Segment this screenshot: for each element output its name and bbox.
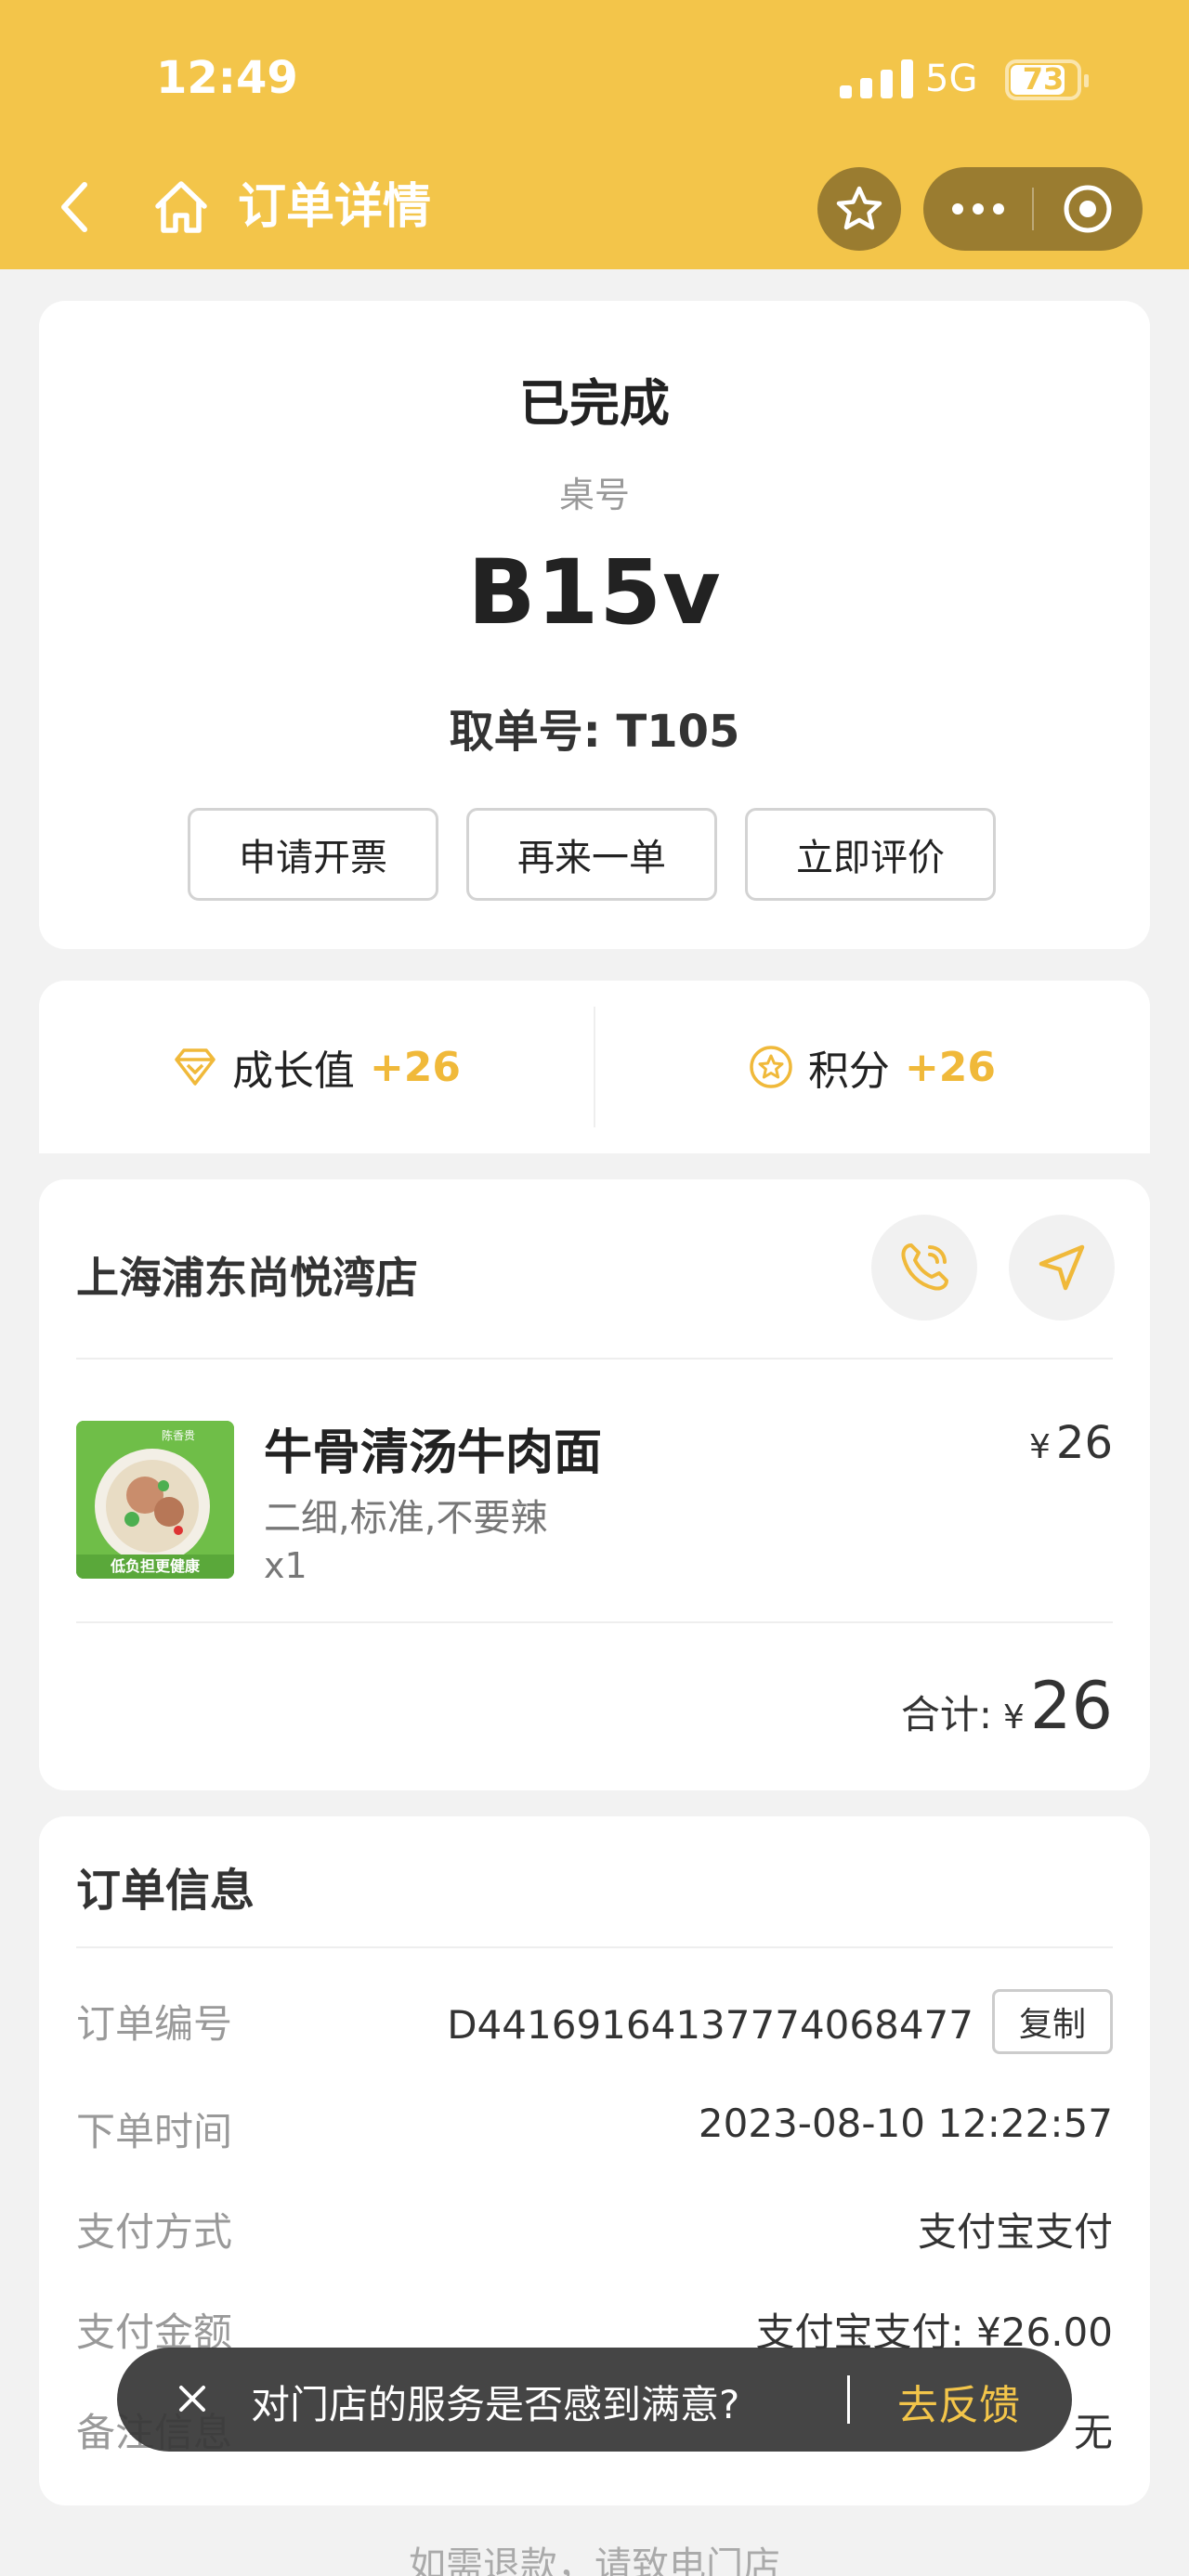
more-dots-icon: [952, 203, 1004, 215]
item-quantity: x1: [264, 1545, 307, 1586]
toast-message: 对门店的服务是否感到满意?: [251, 2382, 740, 2427]
order-time-label: 下单时间: [76, 2109, 233, 2154]
order-number-row: 订单编号 D44169164137774068477 复制: [76, 1980, 1113, 2054]
star-badge-icon: [750, 1046, 792, 1088]
refund-note: 如需退款，请致电门店: [409, 2544, 780, 2576]
order-number-label: 订单编号: [76, 2001, 233, 2047]
copy-button[interactable]: 复制: [992, 1989, 1113, 2054]
navigation-arrow-icon: [1039, 1244, 1085, 1291]
points-value: +26: [904, 1043, 997, 1091]
order-actions: 申请开票 再来一单 立即评价: [188, 808, 996, 901]
phone-icon: [901, 1243, 948, 1291]
item-price-value: 26: [1055, 1417, 1113, 1469]
growth-label: 成长值: [231, 1047, 355, 1095]
mini-program-capsule: [923, 167, 1143, 251]
close-mini-program-button[interactable]: [1033, 167, 1143, 251]
call-store-button[interactable]: [871, 1215, 977, 1321]
network-type: 5G: [925, 58, 978, 100]
item-image-brand: 陈香贵: [162, 1428, 195, 1442]
item-image: 低负担更健康 陈香贵: [76, 1421, 234, 1579]
home-icon: [155, 181, 207, 233]
order-time: 2023-08-10 12:22:57: [698, 2101, 1113, 2146]
order-status-card: 已完成 桌号 B15v 取单号: T105 申请开票 再来一单 立即评价: [39, 301, 1150, 949]
payment-method: 支付宝支付: [917, 2209, 1113, 2255]
points-label: 积分: [807, 1047, 890, 1095]
more-button[interactable]: [923, 167, 1033, 251]
payment-method-label: 支付方式: [76, 2209, 233, 2255]
home-button[interactable]: [149, 175, 214, 240]
pickup-number: 取单号: T105: [449, 706, 740, 758]
favorite-button[interactable]: [817, 167, 901, 251]
star-icon: [836, 186, 882, 230]
item-price: ¥26: [1029, 1417, 1113, 1469]
remark-value: 无: [1073, 2410, 1113, 2455]
close-icon: [179, 2386, 205, 2412]
points-reward: 积分 +26: [594, 981, 1150, 1153]
page-title: 订单详情: [238, 179, 432, 235]
reorder-button[interactable]: 再来一单: [466, 808, 717, 901]
item-spec: 二细,标准,不要辣: [264, 1497, 548, 1540]
growth-value: +26: [369, 1043, 462, 1091]
diamond-icon: [175, 1048, 216, 1086]
store-items-card: 上海浦东尚悦湾店 低负担更健康 陈香贵 牛骨清汤牛肉面 二细,标准,不要辣 x1…: [39, 1179, 1150, 1790]
growth-reward: 成长值 +26: [39, 981, 594, 1153]
total-value: 26: [1029, 1668, 1113, 1744]
battery-icon: 73: [1005, 59, 1089, 100]
feedback-button[interactable]: 去反馈: [897, 2372, 1020, 2431]
navigate-store-button[interactable]: [1009, 1215, 1115, 1321]
review-button[interactable]: 立即评价: [745, 808, 996, 901]
rewards-card: 成长值 +26 积分 +26: [39, 981, 1150, 1153]
order-number: D44169164137774068477: [447, 2002, 973, 2048]
top-header: 12:49 5G 73 订单详情: [0, 0, 1189, 269]
payment-method-row: 支付方式 支付宝支付: [76, 2188, 1113, 2262]
back-button[interactable]: [50, 175, 97, 240]
total-currency: ¥: [1003, 1698, 1025, 1737]
feedback-toast: 对门店的服务是否感到满意? 去反馈: [117, 2348, 1072, 2452]
table-number: B15v: [467, 540, 722, 644]
battery-level: 73: [1022, 61, 1065, 97]
order-info-title: 订单信息: [76, 1865, 255, 1917]
item-currency: ¥: [1029, 1428, 1051, 1466]
order-time-row: 下单时间 2023-08-10 12:22:57: [76, 2088, 1113, 2162]
order-total: 合计: ¥26: [901, 1668, 1113, 1744]
chevron-left-icon: [61, 182, 87, 232]
order-status: 已完成: [519, 374, 670, 433]
signal-icon: [840, 59, 914, 98]
table-label: 桌号: [558, 475, 630, 515]
invoice-button[interactable]: 申请开票: [188, 808, 438, 901]
item-name: 牛骨清汤牛肉面: [264, 1425, 603, 1481]
item-image-banner: 低负担更健康: [110, 1557, 201, 1575]
total-label: 合计:: [900, 1692, 993, 1737]
target-close-icon: [1064, 185, 1112, 233]
store-name: 上海浦东尚悦湾店: [76, 1253, 418, 1303]
toast-close-button[interactable]: [160, 2366, 225, 2431]
status-time: 12:49: [156, 52, 298, 104]
